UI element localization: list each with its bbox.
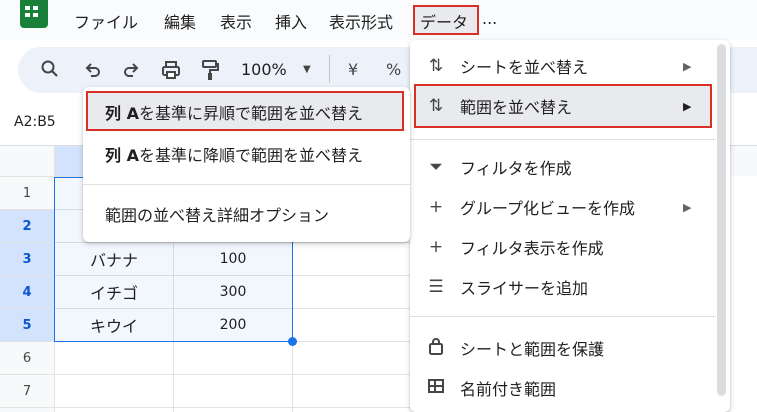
lock-icon: [426, 337, 446, 360]
currency-format-button[interactable]: ¥: [348, 60, 358, 79]
menu-item-add-slicer[interactable]: ☰ スライサーを追加: [426, 275, 588, 299]
sort-ascending-item[interactable]: 列 A を基準に昇順で範囲を並べ替え: [105, 101, 363, 123]
menu-overflow[interactable]: ...: [482, 9, 497, 28]
menu-item-label: 名前付き範囲: [460, 380, 557, 399]
menu-item-sort-sheet[interactable]: ⇅ シートを並べ替え: [426, 54, 588, 78]
menu-item-label: フィルタを作成: [460, 159, 572, 178]
cell-b5[interactable]: 200: [174, 309, 292, 341]
column-label: 列 A: [105, 146, 139, 165]
cell-b3[interactable]: 100: [174, 243, 292, 275]
cell-b4[interactable]: 300: [174, 276, 292, 308]
row-header-4[interactable]: 4: [0, 276, 54, 308]
named-range-icon: [426, 378, 446, 398]
toolbar-divider: [329, 55, 330, 83]
submenu-arrow-icon: ▶: [683, 100, 692, 113]
menu-item-protect[interactable]: シートと範囲を保護: [426, 336, 604, 360]
menu-item-label: 範囲の並べ替え詳細オプション: [105, 206, 330, 225]
sort-descending-item[interactable]: 列 A を基準に降順で範囲を並べ替え: [105, 143, 363, 165]
print-icon[interactable]: [160, 59, 182, 81]
menu-item-label: スライサーを追加: [460, 279, 589, 298]
plus-icon: +: [428, 237, 444, 257]
menu-data[interactable]: データ: [420, 9, 468, 33]
cell-a3[interactable]: バナナ: [55, 243, 173, 275]
chevron-down-icon[interactable]: ▼: [303, 64, 311, 75]
menu-item-group-view[interactable]: + グループ化ビューを作成: [426, 195, 635, 219]
menu-file[interactable]: ファイル: [74, 9, 138, 33]
menu-item-label: 範囲を並べ替え: [460, 98, 573, 117]
menu-format[interactable]: 表示形式: [329, 9, 393, 33]
row-header-6[interactable]: 6: [0, 342, 54, 374]
undo-icon[interactable]: [83, 60, 103, 80]
menu-item-filter-view[interactable]: + フィルタ表示を作成: [426, 235, 604, 259]
menu-insert[interactable]: 挿入: [275, 9, 307, 33]
row-header-2[interactable]: 2: [0, 210, 54, 242]
redo-icon[interactable]: [121, 60, 141, 80]
row-header-7[interactable]: 7: [0, 375, 54, 407]
sort-advanced-options-item[interactable]: 範囲の並べ替え詳細オプション: [105, 203, 329, 225]
slicer-icon: ☰: [428, 277, 444, 297]
percent-format-button[interactable]: %: [386, 60, 401, 79]
cell-a5[interactable]: キウイ: [55, 309, 173, 341]
menu-item-sort-range[interactable]: ⇅ 範囲を並べ替え: [426, 94, 572, 118]
menu-edit[interactable]: 編集: [164, 9, 196, 33]
zoom-select[interactable]: 100%: [241, 60, 287, 79]
name-box[interactable]: A2:B5: [14, 114, 56, 130]
menu-item-label: シートを並べ替え: [460, 58, 589, 77]
filter-icon: ⏷: [429, 157, 443, 177]
plus-icon: +: [428, 197, 444, 217]
sort-icon: ⇅: [428, 56, 444, 76]
search-icon[interactable]: [40, 59, 60, 79]
sort-icon: ⇅: [428, 96, 444, 116]
paint-format-icon[interactable]: [199, 58, 221, 82]
row-header-5[interactable]: 5: [0, 309, 54, 341]
menu-divider: [410, 316, 716, 317]
menu-item-label: フィルタ表示を作成: [460, 239, 604, 258]
sheets-logo-icon[interactable]: [20, 0, 48, 28]
menu-item-label: シートと範囲を保護: [460, 340, 605, 359]
menu-item-label: グループ化ビューを作成: [460, 199, 636, 218]
menu-item-label: を基準に昇順で範囲を並べ替え: [138, 104, 363, 123]
menu-view[interactable]: 表示: [220, 9, 252, 33]
menu-item-create-filter[interactable]: ⏷ フィルタを作成: [426, 155, 572, 179]
menu-item-label: を基準に降順で範囲を並べ替え: [138, 146, 363, 165]
submenu-arrow-icon: ▶: [683, 201, 692, 214]
menu-scrollbar[interactable]: [717, 44, 726, 396]
submenu-arrow-icon: ▶: [683, 60, 692, 73]
cell-a4[interactable]: イチゴ: [55, 276, 173, 308]
menu-divider: [83, 184, 410, 185]
row-header-3[interactable]: 3: [0, 243, 54, 275]
menu-divider: [410, 139, 716, 140]
grid-line: [0, 374, 410, 375]
column-label: 列 A: [105, 104, 139, 123]
menu-item-named-ranges[interactable]: 名前付き範囲: [426, 376, 556, 400]
row-header-1[interactable]: 1: [0, 177, 54, 209]
grid-line: [0, 407, 410, 408]
